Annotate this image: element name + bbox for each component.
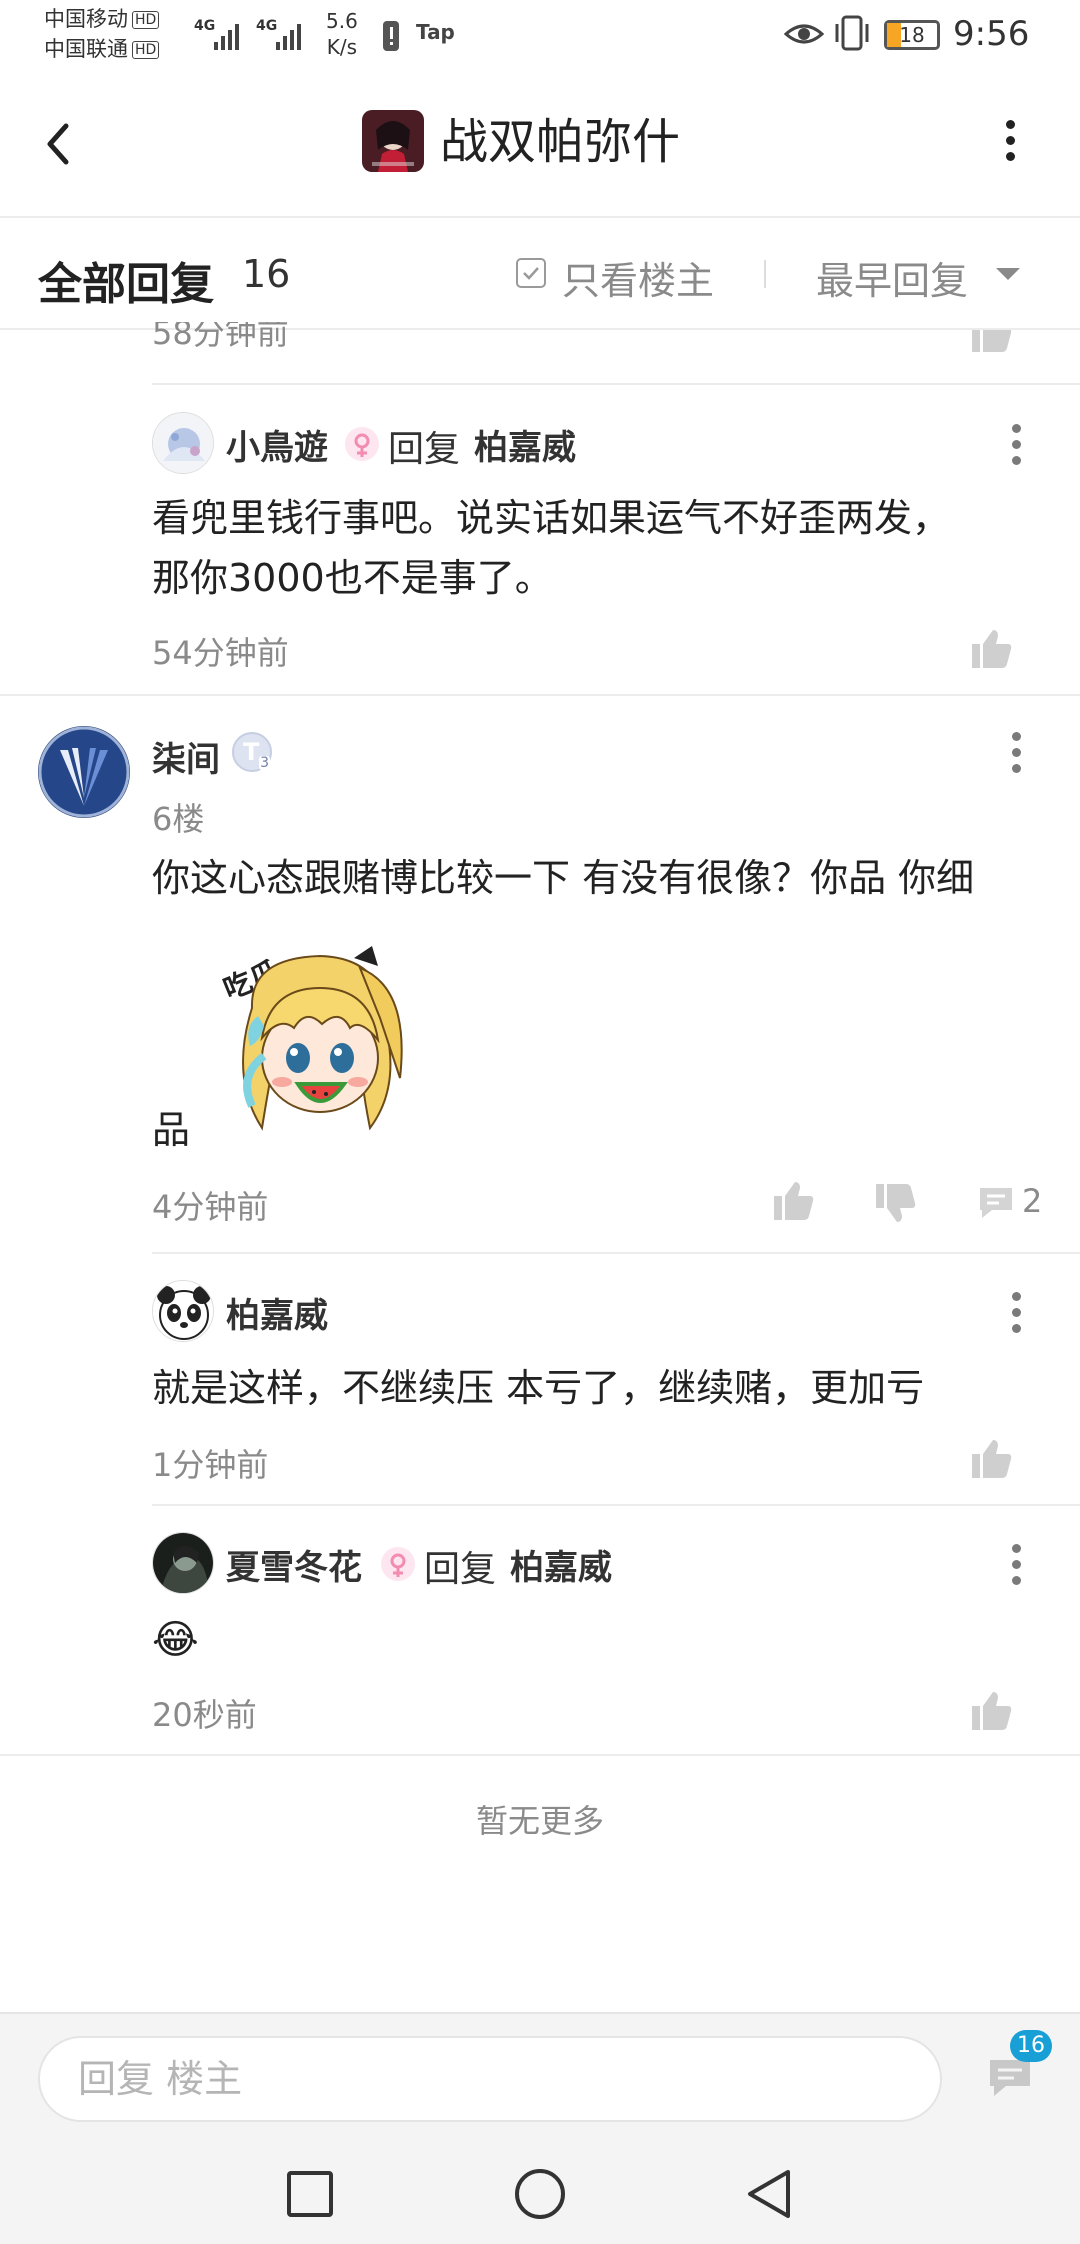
comment-author[interactable]: 小鳥遊	[226, 420, 328, 469]
thumbs-up-icon[interactable]	[968, 626, 1012, 674]
thumbs-up-icon[interactable]	[968, 330, 1012, 354]
floor-text-tail: 品	[152, 1108, 191, 1152]
replies-count: 16	[242, 252, 291, 296]
divider	[152, 383, 1080, 385]
replies-header: 全部回复 16 只看楼主 最早回复	[0, 216, 1080, 330]
carrier-2: 中国联通 HD	[44, 34, 160, 64]
hd-badge: HD	[132, 41, 160, 59]
hd-badge: HD	[132, 11, 160, 29]
avatar[interactable]	[38, 726, 130, 818]
system-nav-bar	[0, 2140, 1080, 2244]
back-triangle-icon[interactable]	[744, 2168, 794, 2224]
reply-bar: 回复 楼主 16	[0, 2012, 1080, 2140]
battery-level: 18	[899, 23, 925, 47]
header-divider	[764, 260, 766, 288]
home-circle-icon[interactable]	[514, 2168, 566, 2224]
battery-icon: 18	[884, 20, 940, 50]
only-op-filter[interactable]: 只看楼主	[562, 250, 714, 305]
comment-time: 54分钟前	[152, 634, 289, 672]
divider	[0, 694, 1080, 696]
title-bar: 战双帕弥什	[0, 72, 1080, 216]
reply-time: 20秒前	[152, 1696, 257, 1734]
floor-text: 你这心态跟赌博比较一下 有没有很像？你品 你细	[152, 856, 975, 900]
reply-author[interactable]: 柏嘉威	[226, 1288, 328, 1337]
divider	[0, 1754, 1080, 1756]
reply-word: 回复	[424, 1549, 497, 1590]
thumbs-up-icon[interactable]	[968, 1436, 1012, 1484]
more-vertical-icon[interactable]	[1010, 1292, 1022, 1338]
recents-square-icon[interactable]	[286, 2170, 334, 2222]
carrier-2-label: 中国联通	[44, 37, 128, 61]
comment-text: 看兜里钱行事吧。说实话如果运气不好歪两发， 那你3000也不是事了。	[152, 496, 951, 600]
caret-down-icon[interactable]	[994, 266, 1022, 288]
carrier-1: 中国移动 HD	[44, 4, 160, 34]
floor-number: 6楼	[152, 800, 205, 838]
sticker-image[interactable]: 吃瓜…	[210, 928, 420, 1146]
female-gender-icon	[344, 426, 380, 466]
status-bar: 中国移动 HD 中国联通 HD 4G 4G 5.6 K/s Tap 18 9:56	[0, 0, 1080, 72]
comments-count-badge: 16	[1010, 2030, 1052, 2062]
divider	[152, 1504, 1080, 1506]
avatar[interactable]	[152, 1532, 214, 1594]
reply-word: 回复	[388, 429, 461, 470]
network-speed: 5.6 K/s	[326, 9, 358, 59]
comment-count: 2	[1022, 1182, 1043, 1220]
more-vertical-icon[interactable]	[1010, 1544, 1022, 1590]
floor-author[interactable]: 柒间	[152, 732, 220, 781]
reply-text: 就是这样，不继续压 本亏了，继续赌，更加亏	[152, 1366, 925, 1410]
avatar[interactable]	[152, 412, 214, 474]
page-title: 战双帕弥什	[440, 114, 681, 170]
all-replies-label: 全部回复	[38, 259, 214, 310]
tap-app-indicator: Tap	[416, 20, 455, 44]
alert-icon	[382, 20, 400, 57]
checkbox-icon[interactable]	[516, 258, 546, 288]
level-badge: T 3	[232, 732, 272, 772]
avatar[interactable]	[152, 1280, 214, 1342]
sort-dropdown[interactable]: 最早回复	[816, 250, 968, 305]
reply-time: 1分钟前	[152, 1446, 269, 1484]
female-gender-icon	[380, 1546, 416, 1586]
reply-input[interactable]: 回复 楼主	[38, 2036, 942, 2122]
thumbs-down-icon[interactable]	[872, 1182, 916, 1230]
reply-emoji: 😂	[152, 1617, 199, 1663]
more-vertical-icon[interactable]	[1004, 120, 1016, 166]
comment-bubble-icon[interactable]	[976, 1182, 1016, 1226]
carrier-1-label: 中国移动	[44, 7, 128, 31]
more-vertical-icon[interactable]	[1010, 424, 1022, 470]
thumbs-up-icon[interactable]	[770, 1178, 814, 1226]
clock: 9:56	[953, 14, 1030, 54]
divider	[152, 1252, 1080, 1254]
eye-icon	[783, 18, 825, 55]
thumbs-up-icon[interactable]	[968, 1688, 1012, 1736]
reply-target[interactable]: 柏嘉威	[510, 1540, 612, 1589]
more-vertical-icon[interactable]	[1010, 732, 1022, 778]
reply-target[interactable]: 柏嘉威	[474, 420, 576, 469]
partial-reply-time: 58分钟前	[152, 322, 289, 352]
chevron-left-icon[interactable]	[38, 116, 78, 172]
no-more-label: 暂无更多	[475, 1802, 604, 1840]
game-icon	[362, 110, 424, 172]
vibrate-icon	[832, 14, 872, 57]
reply-author[interactable]: 夏雪冬花	[226, 1540, 362, 1589]
floor-time: 4分钟前	[152, 1188, 269, 1226]
